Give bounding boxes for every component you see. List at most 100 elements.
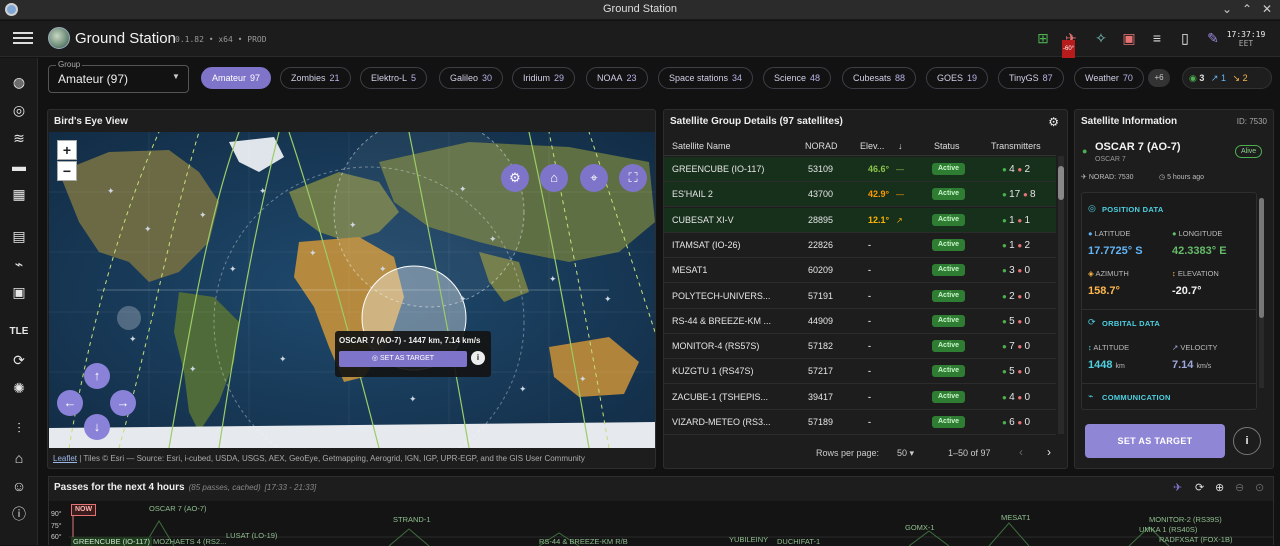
chip-zombies[interactable]: Zombies 21 — [280, 67, 351, 89]
inactive-dot-icon: ● — [1022, 190, 1031, 200]
chip-goes[interactable]: GOES 19 — [926, 67, 989, 89]
info-icon[interactable]: i — [1233, 427, 1261, 455]
map-center-button[interactable]: ⌖ — [580, 164, 608, 192]
card-icon[interactable]: ▣ — [9, 282, 29, 302]
tooltip-set-target-button[interactable]: ◎ SET AS TARGET — [339, 351, 467, 367]
radio-icon[interactable]: ▤ — [9, 226, 29, 246]
map-settings-button[interactable]: ⚙ — [501, 164, 529, 192]
map-home-button[interactable]: ⌂ — [540, 164, 568, 192]
world-map[interactable]: ✦✦✦ ✦✦✦ ✦✦✦ ✦✦✦ ✦✦✦ ✦✦✦ ✦✦✦ + − ⚙ ⌂ ⌖ ⛶ … — [49, 132, 655, 448]
status-badge: Active — [932, 390, 966, 403]
satellite-dish-icon[interactable]: ⌁ — [9, 254, 29, 274]
pass-label[interactable]: OSCAR 7 (AO-7) — [149, 504, 207, 513]
leaflet-link[interactable]: Leaflet — [53, 454, 77, 463]
pan-down-button[interactable]: ↓ — [84, 414, 110, 440]
col-status[interactable]: Status — [934, 136, 960, 156]
playlist-icon[interactable]: ≡ — [1148, 29, 1166, 47]
menu-icon[interactable] — [13, 29, 33, 47]
next-page-button[interactable]: › — [1047, 445, 1051, 459]
chip-tinygs[interactable]: TinyGS 87 — [998, 67, 1064, 89]
table-row[interactable]: MONITOR-4 (RS57S) 57182 - Active ● 7 ● 0 — [664, 334, 1056, 360]
col-norad[interactable]: NORAD — [805, 136, 838, 156]
table-row[interactable]: CUBESAT XI-V 28895 12.1° ↗ Active ● 1 ● 1 — [664, 207, 1056, 233]
chip-noaa[interactable]: NOAA 23 — [586, 67, 648, 89]
rows-per-page-select[interactable]: 50 ▾ — [897, 448, 914, 459]
info-icon[interactable]: ⓘ — [9, 504, 29, 524]
pass-label[interactable]: UMKA 1 (RS40S) — [1139, 525, 1197, 534]
pass-label[interactable]: YUBILEINY — [729, 535, 768, 544]
chip-iridium[interactable]: Iridium 29 — [512, 67, 576, 89]
table-row[interactable]: VIZARD-METEO (RS3... 57189 - Active ● 6 ● 0 — [664, 410, 1056, 435]
pan-up-button[interactable]: ↑ — [84, 363, 110, 389]
tle-icon[interactable]: TLE — [9, 322, 29, 342]
set-as-target-button[interactable]: SET AS TARGET — [1085, 424, 1225, 458]
radio-icon[interactable]: ▣ — [1120, 29, 1138, 47]
waves-icon[interactable]: ≋ — [9, 128, 29, 148]
folder-icon[interactable]: ▬ — [9, 156, 29, 176]
chip-elektro-l[interactable]: Elektro-L 5 — [360, 67, 428, 89]
pan-left-button[interactable]: ← — [57, 390, 83, 416]
passes-timeline[interactable]: 90° 75° 60° NOW OSCAR 7 (AO-7) STRAND-1 … — [49, 501, 1273, 546]
maximize-icon[interactable]: ⌃ — [1240, 2, 1254, 16]
chip-amateur[interactable]: Amateur 97 — [201, 67, 272, 89]
map-fullscreen-button[interactable]: ⛶ — [619, 164, 647, 192]
satellite-icon[interactable]: ✧ — [1092, 29, 1110, 47]
orbit-icon[interactable]: ⟳ — [9, 350, 29, 370]
target-icon[interactable]: ◎ — [9, 100, 29, 120]
zoom-in-button[interactable]: + — [57, 140, 77, 160]
users-icon[interactable]: ☺ — [9, 476, 29, 496]
col-transmitters[interactable]: Transmitters — [991, 136, 1041, 156]
table-row[interactable]: MESAT1 60209 - Active ● 3 ● 0 — [664, 258, 1056, 284]
info-scrollbar[interactable] — [1259, 198, 1264, 388]
refresh-icon[interactable]: ⟳ — [1195, 481, 1204, 494]
table-row[interactable]: GREENCUBE (IO-117) 53109 46.6° — Active ● 4 ●… — [664, 157, 1056, 182]
table-row[interactable]: ZACUBE-1 (TSHEPIS... 39417 - Active ● 4 ● 0 — [664, 385, 1056, 410]
close-icon[interactable]: ✕ — [1260, 2, 1274, 16]
table-row[interactable]: RS-44 & BREEZE-KM ... 44909 - Active ● 5 ● 0 — [664, 309, 1056, 334]
pass-label[interactable]: LUSAT (LO-19) — [226, 531, 277, 540]
prev-page-button[interactable]: ‹ — [1019, 445, 1023, 459]
more-chips-button[interactable]: +6 — [1148, 69, 1170, 87]
zoom-in-icon[interactable]: ⊕ — [1215, 481, 1224, 494]
table-row[interactable]: KUZGTU 1 (RS47S) 57217 - Active ● 5 ● 0 — [664, 359, 1056, 385]
network-icon[interactable]: ⊞ — [1034, 29, 1052, 47]
col-elevation[interactable]: Elev... — [860, 136, 884, 156]
pass-label[interactable]: STRAND-1 — [393, 515, 431, 524]
home-icon: ⌂ — [550, 170, 558, 185]
chip-space-stations[interactable]: Space stations 34 — [658, 67, 754, 89]
scrollbar-thumb[interactable] — [1259, 198, 1264, 318]
satellite-filter-icon[interactable]: ✈ — [1173, 481, 1182, 494]
pass-label[interactable]: MONITOR-2 (RS39S) — [1149, 515, 1222, 524]
caret-down-icon[interactable]: ▼ — [172, 72, 180, 81]
chip-galileo[interactable]: Galileo 30 — [439, 67, 504, 89]
gear-icon[interactable]: ⚙ — [1048, 115, 1059, 129]
chip-science[interactable]: Science 48 — [763, 67, 832, 89]
sort-down-icon[interactable]: ↓ — [898, 136, 903, 156]
globe-icon[interactable]: ◍ — [9, 72, 29, 92]
info-icon[interactable]: i — [471, 351, 485, 365]
sliders-icon[interactable]: ⫶ — [9, 418, 29, 438]
col-satellite-name[interactable]: Satellite Name — [672, 136, 731, 156]
dashboard-icon[interactable]: ✺ — [9, 378, 29, 398]
scrollbar-thumb[interactable] — [1058, 166, 1064, 200]
pan-right-button[interactable]: → — [110, 390, 136, 416]
pass-label[interactable]: MESAT1 — [1001, 513, 1030, 522]
chevron-down-icon[interactable]: ⌄ — [1220, 2, 1234, 16]
table-row[interactable]: ES'HAIL 2 43700 42.9° — Active ● 17 ● 8 — [664, 182, 1056, 208]
zoom-out-icon[interactable]: ⊖ — [1235, 481, 1244, 494]
rotator-icon[interactable]: ✈ -60° — [1062, 29, 1080, 58]
reset-zoom-icon[interactable]: ⊙ — [1255, 481, 1264, 494]
pass-label[interactable]: RADFXSAT (FOX-1B) — [1159, 535, 1232, 544]
chip-cubesats[interactable]: Cubesats 88 — [842, 67, 917, 89]
zoom-out-button[interactable]: − — [57, 161, 77, 181]
pass-summary[interactable]: ◉ 3 ↗ 1 ↘ 2 — [1182, 67, 1272, 89]
calendar-icon[interactable]: ▦ — [9, 184, 29, 204]
phone-icon[interactable]: ▯ — [1176, 29, 1194, 47]
chip-weather[interactable]: Weather 70 — [1074, 67, 1144, 89]
table-row[interactable]: POLYTECH-UNIVERS... 57191 - Active ● 2 ● 0 — [664, 284, 1056, 309]
pencil-icon[interactable]: ✎ — [1204, 29, 1222, 47]
pass-label[interactable]: GOMX-1 — [905, 523, 935, 532]
table-row[interactable]: ITAMSAT (IO-26) 22826 - Active ● 1 ● 2 — [664, 233, 1056, 258]
table-scrollbar[interactable] — [1058, 156, 1064, 434]
home-settings-icon[interactable]: ⌂ — [9, 448, 29, 468]
